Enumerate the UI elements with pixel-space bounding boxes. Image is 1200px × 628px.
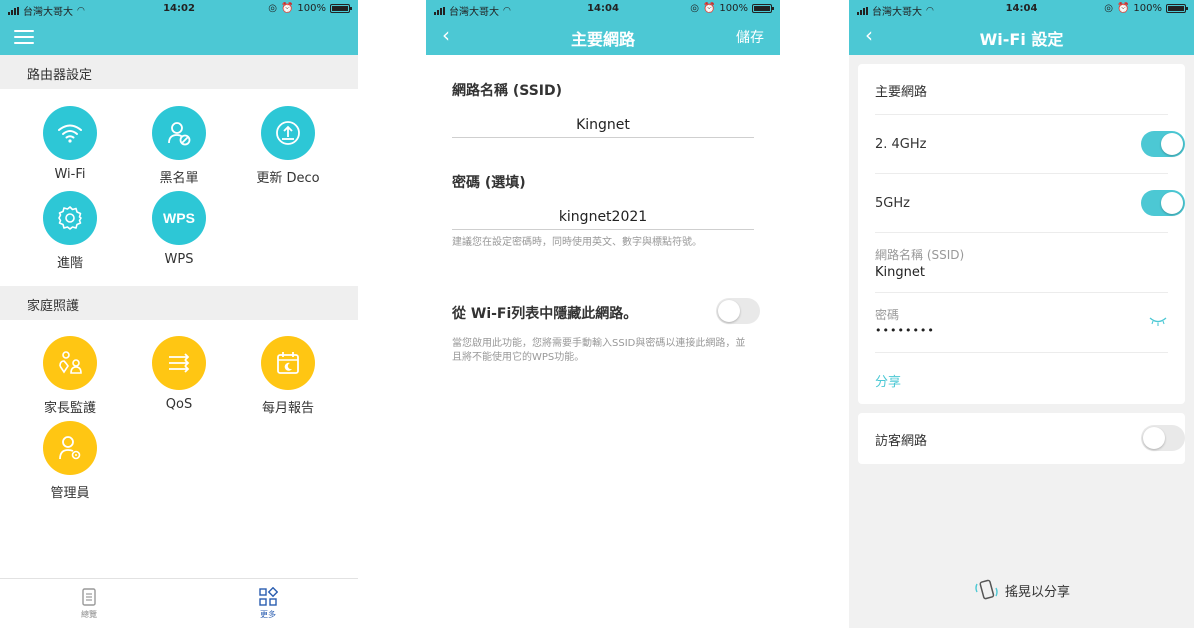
save-button[interactable]: 儲存 — [736, 27, 764, 47]
tile-wifi[interactable]: Wi-Fi — [20, 106, 120, 182]
tile-wps[interactable]: WPS WPS — [129, 191, 229, 267]
tile-advanced[interactable]: 進階 — [20, 191, 120, 271]
password-value: •••••••• — [875, 324, 935, 337]
tile-parental-control[interactable]: 家長監護 — [20, 336, 120, 416]
band-24-label: 2. 4GHz — [875, 137, 927, 152]
battery-icon — [1166, 4, 1188, 13]
main-network-label: 主要網路 — [875, 85, 928, 100]
overview-icon — [82, 588, 96, 606]
tile-label: QoS — [165, 397, 193, 412]
nav-bar — [0, 18, 358, 55]
tile-label: Wi-Fi — [54, 167, 86, 182]
tab-label: 總覽 — [81, 610, 97, 619]
battery-percent: 100% — [297, 3, 326, 14]
family-tiles: 家長監護 QoS 每月報告 管理員 — [0, 320, 358, 578]
ssid-label: 網路名稱 (SSID) — [875, 248, 965, 262]
status-bar: 台灣大哥大 ◠ 14:02 ◎ ⏰ 100% — [0, 0, 358, 18]
ssid-input[interactable] — [452, 112, 754, 138]
password-label: 密碼 (選填) — [452, 175, 526, 191]
admin-icon — [43, 421, 97, 475]
tile-label: 管理員 — [50, 486, 90, 501]
ssid-row[interactable]: 網路名稱 (SSID) Kingnet — [875, 233, 1168, 293]
wps-icon: WPS — [152, 191, 206, 245]
tab-overview[interactable]: 總覽 — [59, 587, 119, 620]
main-network-screen: 台灣大哥大 ◠ 14:04 ◎ ⏰ 100% ‹ 主要網路 儲存 網路名稱 (S… — [426, 0, 780, 628]
lock-rotation-icon: ◎ — [690, 3, 699, 14]
nav-bar: ‹ 主要網路 儲存 — [426, 18, 780, 55]
battery-percent: 100% — [719, 3, 748, 14]
shake-to-share[interactable]: 搖晃以分享 — [849, 578, 1194, 602]
share-link[interactable]: 分享 — [875, 371, 901, 390]
password-row[interactable]: 密碼 •••••••• — [875, 293, 1168, 353]
page-title: Wi-Fi 設定 — [979, 30, 1064, 49]
main-network-header: 主要網路 — [875, 64, 1168, 115]
eye-closed-icon[interactable] — [1148, 315, 1168, 327]
shake-phone-icon — [975, 579, 998, 600]
tab-bar: 總覽 更多 — [0, 578, 358, 628]
shake-to-share-label: 搖晃以分享 — [1004, 584, 1070, 600]
wifi-settings-screen: 台灣大哥大 ◠ 14:04 ◎ ⏰ 100% ‹ Wi-Fi 設定 主要網路 2… — [849, 0, 1194, 628]
alarm-icon: ⏰ — [1116, 3, 1130, 14]
user-block-icon — [152, 106, 206, 160]
status-bar: 台灣大哥大 ◠ 14:04 ◎ ⏰ 100% — [849, 0, 1194, 18]
lock-rotation-icon: ◎ — [1104, 3, 1113, 14]
tile-blacklist[interactable]: 黑名單 — [129, 106, 229, 186]
battery-icon — [330, 4, 352, 13]
section-router-settings: 路由器設定 — [0, 55, 358, 89]
tab-label: 更多 — [260, 610, 276, 619]
battery-icon — [752, 4, 774, 13]
password-hint: 建議您在設定密碼時，同時使用英文、數字與標點符號。 — [452, 237, 702, 248]
lock-rotation-icon: ◎ — [268, 3, 277, 14]
guest-network-card: 訪客網路 — [858, 413, 1185, 464]
tile-label: 家長監護 — [43, 401, 96, 416]
band-24-row: 2. 4GHz — [875, 115, 1185, 174]
band-5-label: 5GHz — [875, 196, 910, 211]
password-input[interactable] — [452, 204, 754, 230]
tile-admin[interactable]: 管理員 — [20, 421, 120, 501]
tile-update-deco[interactable]: 更新 Deco — [238, 106, 338, 186]
parental-control-icon — [43, 336, 97, 390]
tab-more[interactable]: 更多 — [238, 587, 298, 620]
update-icon — [261, 106, 315, 160]
guest-network-toggle[interactable] — [1141, 425, 1185, 451]
tile-label: 每月報告 — [261, 401, 314, 416]
qos-icon — [152, 336, 206, 390]
wps-icon-text: WPS — [163, 210, 195, 226]
hide-network-toggle[interactable] — [716, 298, 760, 324]
ssid-label: 網路名稱 (SSID) — [452, 83, 563, 99]
hide-network-label: 從 Wi-Fi列表中隱藏此網路。 — [452, 306, 638, 322]
menu-icon[interactable] — [14, 30, 34, 44]
gear-icon — [43, 191, 97, 245]
section-family-care: 家庭照護 — [0, 286, 358, 320]
battery-percent: 100% — [1133, 3, 1162, 14]
wifi-icon — [43, 106, 97, 160]
hide-network-hint: 當您啟用此功能，您將需要手動輸入SSID與密碼以連接此網路，並且將不能使用它的W… — [452, 338, 746, 363]
tile-qos[interactable]: QoS — [129, 336, 229, 412]
router-tiles: Wi-Fi 黑名單 更新 Deco 進階 WPS WPS — [0, 89, 358, 286]
page-title: 主要網路 — [570, 30, 635, 49]
password-label: 密碼 — [875, 308, 900, 322]
band-5-row: 5GHz — [875, 174, 1185, 233]
tile-label: WPS — [164, 252, 194, 267]
router-settings-screen: 台灣大哥大 ◠ 14:02 ◎ ⏰ 100% 路由器設定 Wi-Fi 黑名單 更… — [0, 0, 358, 628]
band-24-toggle[interactable] — [1141, 131, 1185, 157]
band-5-toggle[interactable] — [1141, 190, 1185, 216]
nav-bar: ‹ Wi-Fi 設定 — [849, 18, 1194, 55]
main-network-card: 主要網路 2. 4GHz 5GHz 網路名稱 (SSID) Kingnet 密碼… — [858, 64, 1185, 404]
alarm-icon: ⏰ — [280, 3, 294, 14]
tile-monthly-report[interactable]: 每月報告 — [238, 336, 338, 416]
ssid-value: Kingnet — [875, 265, 925, 280]
more-icon — [259, 587, 278, 606]
guest-network-label: 訪客網路 — [875, 434, 928, 449]
alarm-icon: ⏰ — [702, 3, 716, 14]
tile-label: 更新 Deco — [256, 171, 320, 186]
tile-label: 進階 — [56, 256, 83, 271]
status-bar: 台灣大哥大 ◠ 14:04 ◎ ⏰ 100% — [426, 0, 780, 18]
tile-label: 黑名單 — [159, 171, 199, 186]
calendar-report-icon — [261, 336, 315, 390]
